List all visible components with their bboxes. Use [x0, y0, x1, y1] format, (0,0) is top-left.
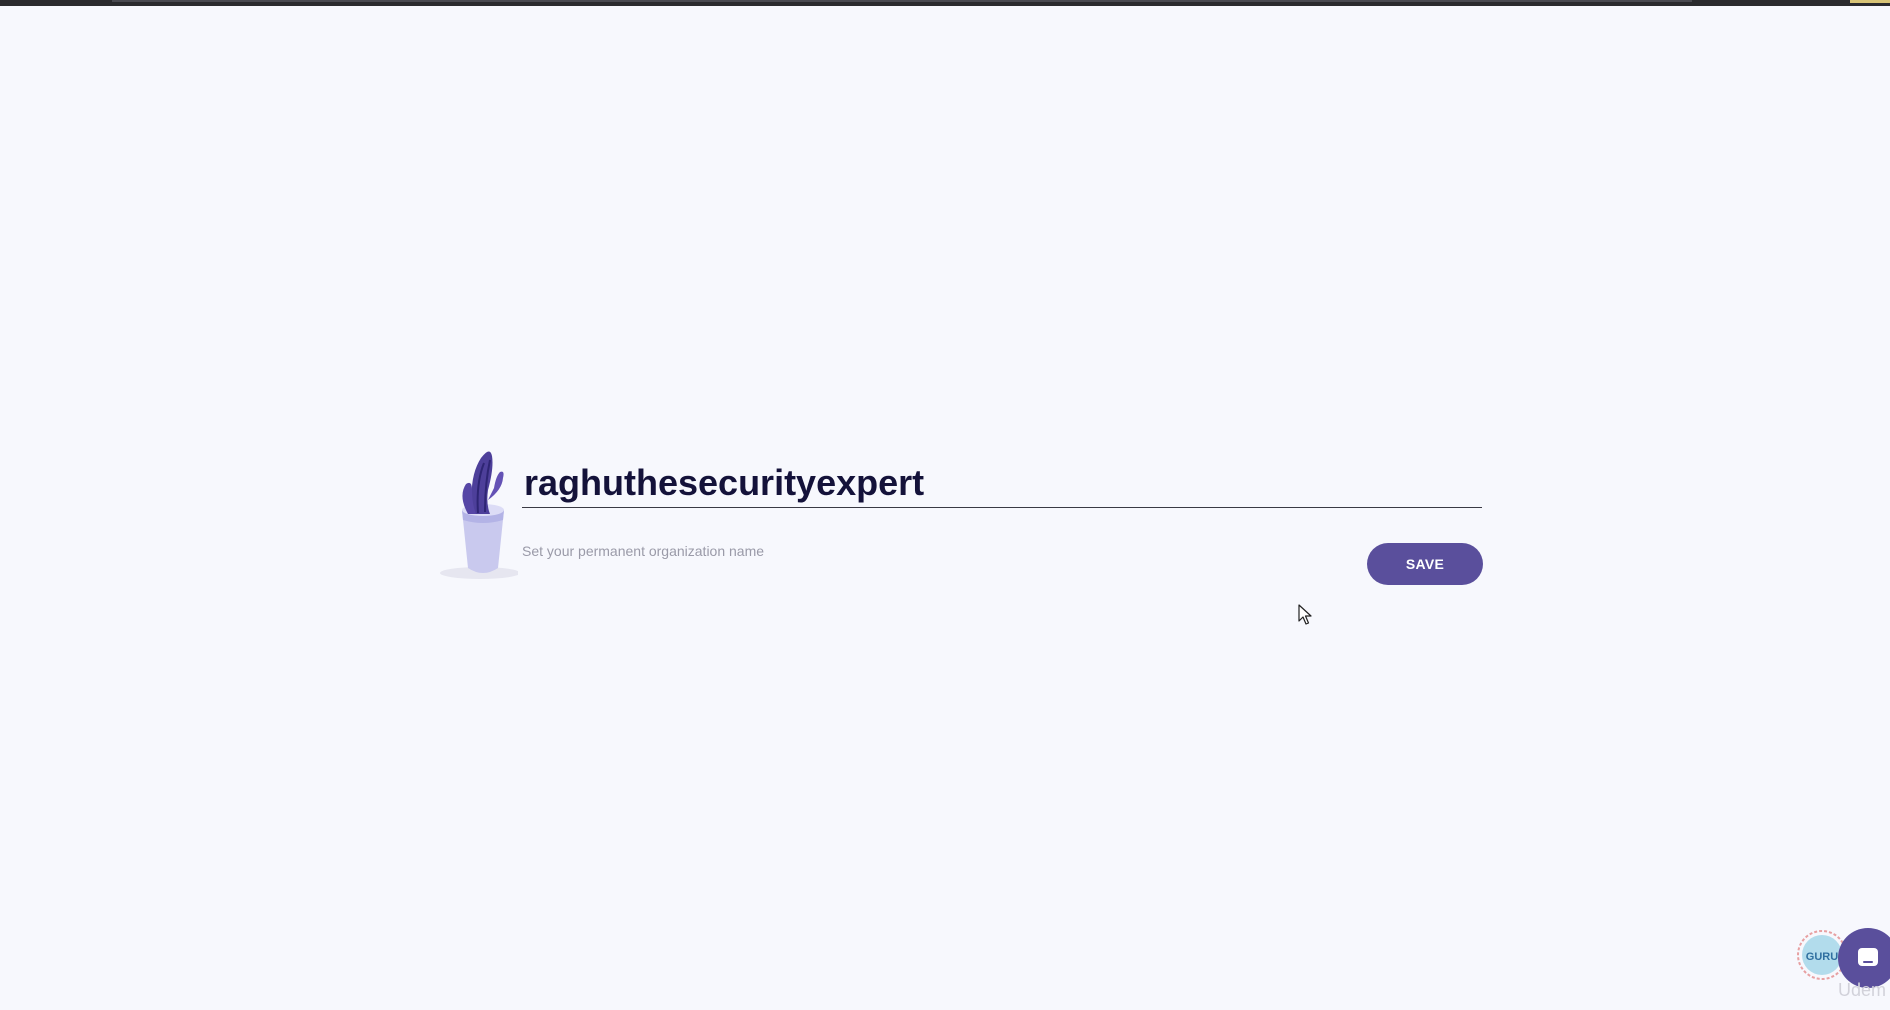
- organization-name-input[interactable]: [522, 458, 1482, 508]
- chat-icon: [1858, 948, 1878, 966]
- top-strip: [0, 0, 1890, 6]
- organization-form: Set your permanent organization name SAV…: [428, 438, 1483, 588]
- mouse-pointer-icon: [1298, 604, 1312, 625]
- save-button[interactable]: SAVE: [1367, 543, 1483, 585]
- top-strip-accent: [1850, 0, 1890, 3]
- top-strip-line: [112, 0, 1692, 2]
- chat-launcher-button[interactable]: [1838, 928, 1890, 988]
- organization-name-helper-text: Set your permanent organization name: [522, 543, 765, 559]
- watermark-badge-text: GURU: [1806, 951, 1838, 963]
- cactus-illustration: [440, 451, 518, 579]
- watermark-text: Udem: [1838, 980, 1887, 1000]
